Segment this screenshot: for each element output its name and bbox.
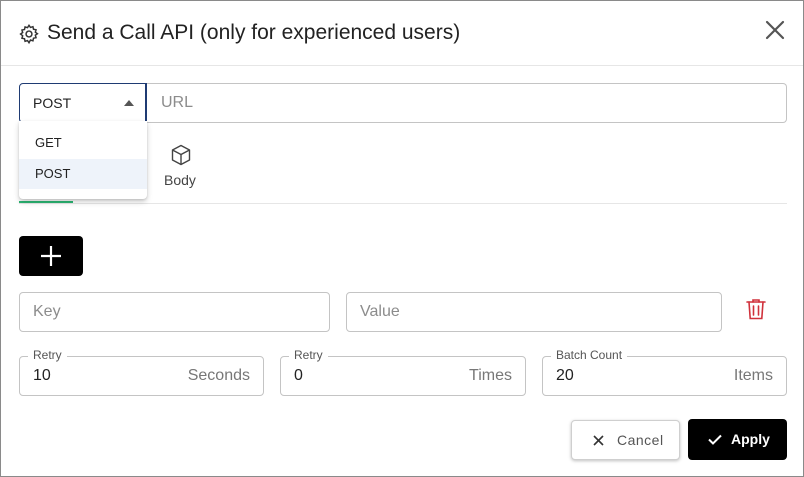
method-select[interactable]: POST [19, 83, 147, 123]
value-input[interactable]: Value [346, 292, 722, 332]
key-placeholder: Key [33, 303, 61, 320]
retry-times-field[interactable]: Retry 0 Times [280, 348, 526, 396]
check-icon [708, 434, 722, 445]
batch-count-unit: Items [733, 367, 773, 384]
retry-times-value: 0 [294, 367, 303, 384]
batch-count-label: Batch Count [551, 348, 628, 362]
key-input[interactable]: Key [19, 292, 330, 332]
plus-icon [41, 246, 61, 266]
gear-icon [19, 23, 39, 45]
retry-seconds-unit: Seconds [187, 367, 250, 384]
value-placeholder: Value [360, 303, 400, 320]
dialog-header: Send a Call API (only for experienced us… [1, 1, 803, 66]
method-dropdown-menu: GET POST [19, 121, 147, 199]
batch-count-field[interactable]: Batch Count 20 Items [542, 348, 787, 396]
apply-button-label: Apply [731, 431, 770, 447]
retry-times-label: Retry [289, 348, 328, 362]
method-option-get[interactable]: GET [19, 128, 147, 158]
dialog-title: Send a Call API (only for experienced us… [47, 21, 461, 44]
retry-seconds-field[interactable]: Retry 10 Seconds [19, 348, 264, 396]
retry-seconds-value: 10 [33, 367, 51, 384]
retry-seconds-label: Retry [28, 348, 67, 362]
method-option-post[interactable]: POST [19, 159, 147, 189]
close-icon [593, 435, 604, 446]
close-icon[interactable] [763, 18, 787, 42]
caret-up-icon [124, 100, 134, 106]
retry-times-unit: Times [469, 367, 512, 384]
cancel-button-label: Cancel [617, 432, 664, 448]
tab-body[interactable]: Body [151, 141, 211, 199]
batch-count-value: 20 [556, 367, 574, 384]
add-param-button[interactable] [19, 236, 83, 276]
url-input[interactable]: URL [147, 83, 787, 123]
cube-icon [171, 144, 191, 166]
trash-icon[interactable] [745, 297, 767, 321]
cancel-button[interactable]: Cancel [571, 420, 680, 460]
tabs-divider [19, 203, 787, 204]
tab-body-label: Body [164, 172, 196, 188]
apply-button[interactable]: Apply [688, 419, 787, 460]
call-api-dialog: Send a Call API (only for experienced us… [0, 0, 804, 477]
method-select-value: POST [33, 95, 72, 111]
url-placeholder: URL [161, 94, 194, 111]
